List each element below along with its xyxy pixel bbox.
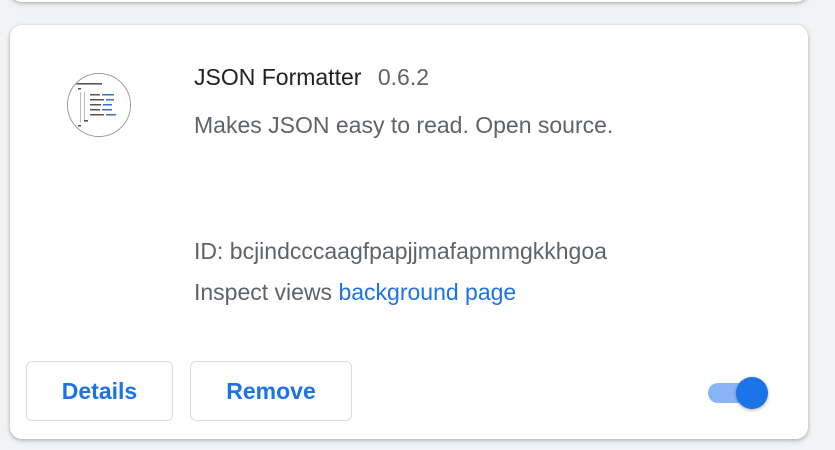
enable-extension-toggle[interactable]	[707, 376, 771, 410]
extension-version: 0.6.2	[377, 64, 430, 90]
extensions-page: JSON Formatter 0.6.2 Makes JSON easy to …	[0, 0, 835, 450]
extension-id: ID: bcjindcccaagfpapjjmafapmmgkkhgoa	[194, 238, 607, 264]
toggle-knob	[736, 377, 768, 409]
remove-button[interactable]: Remove	[190, 361, 352, 421]
background-page-link[interactable]: background page	[338, 279, 516, 305]
inspect-views-row: Inspect views background page	[194, 279, 516, 306]
details-button[interactable]: Details	[26, 361, 173, 421]
extension-card: JSON Formatter 0.6.2 Makes JSON easy to …	[10, 25, 808, 439]
json-code-icon	[67, 73, 131, 137]
extension-name: JSON Formatter	[194, 64, 362, 90]
previous-extension-card	[10, 0, 808, 2]
extension-title-row: JSON Formatter 0.6.2	[194, 64, 429, 91]
extension-description: Makes JSON easy to read. Open source.	[194, 112, 614, 138]
inspect-views-label: Inspect views	[194, 279, 339, 305]
